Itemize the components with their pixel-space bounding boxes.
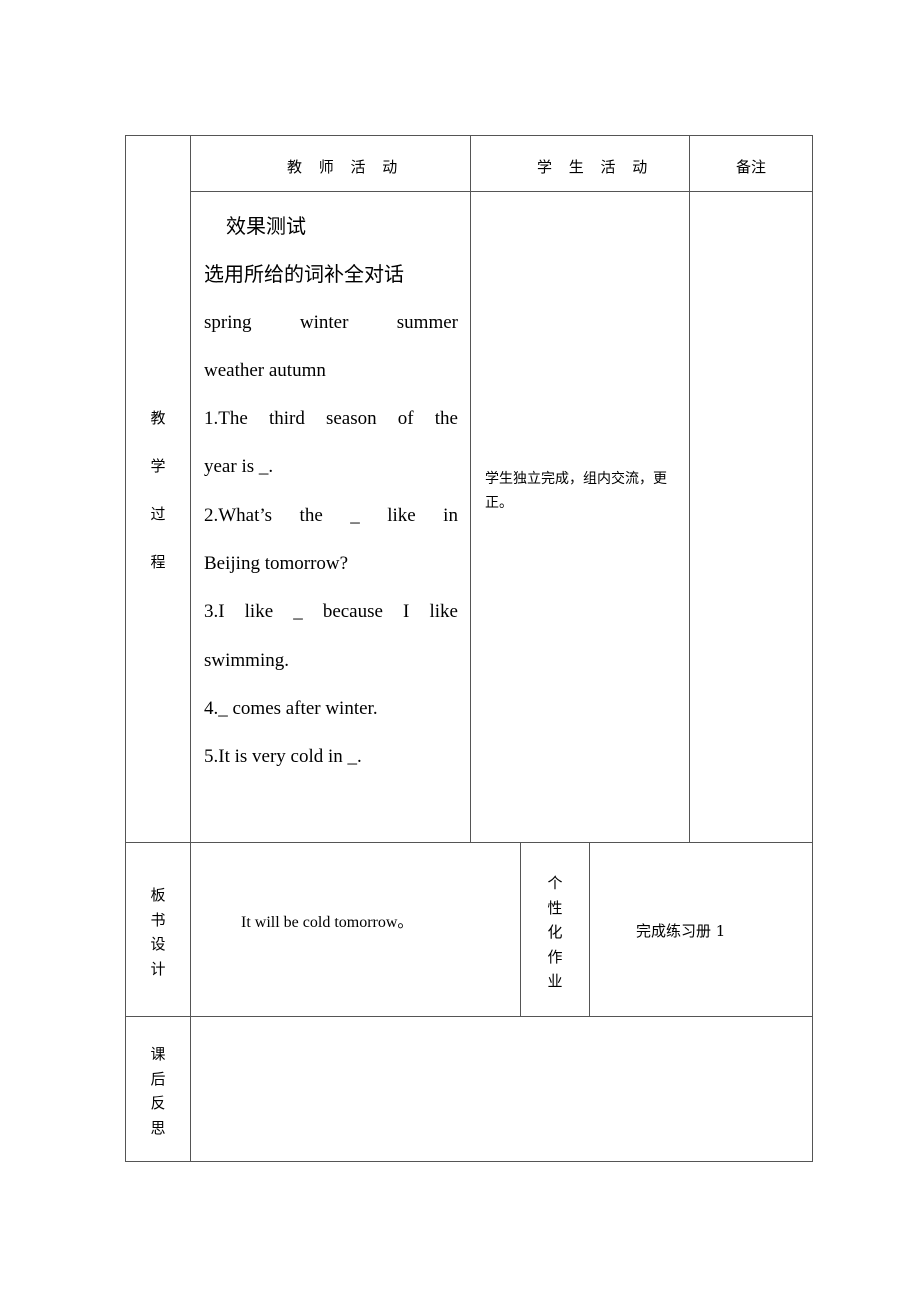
side-label-char: 程 xyxy=(150,553,166,571)
question-word: in xyxy=(443,504,458,526)
label-char: 个 xyxy=(547,874,563,892)
side-label-char: 过 xyxy=(150,505,166,523)
side-label-char: 教 xyxy=(150,409,166,427)
question-word: 2.What’s xyxy=(204,504,273,526)
question-word: season xyxy=(325,408,377,430)
question-word: the xyxy=(299,504,323,526)
question-word: third xyxy=(268,408,305,430)
divider xyxy=(190,191,813,192)
question-word: of xyxy=(397,408,414,430)
question-4: 4._ comes after winter. xyxy=(204,697,378,719)
label-char: 作 xyxy=(547,947,563,966)
question-word: 1.The xyxy=(204,408,248,430)
question-3: 3.I like _ because I like xyxy=(204,588,458,636)
lesson-plan-page: 教 师 活 动 学 生 活 动 备注 教 学 过 程 效果测试 选用所给的词补全… xyxy=(0,0,920,1302)
header-remarks: 备注 xyxy=(736,158,767,176)
side-label-char: 后 xyxy=(150,1069,166,1088)
word-bank-word: winter xyxy=(299,311,349,333)
side-label-board-design: 板 书 设 计 xyxy=(126,883,190,981)
student-activity-note: 学生独立完成，组内交流，更正。 xyxy=(485,471,667,511)
question-word: 3.I xyxy=(204,601,225,623)
question-word: _ xyxy=(350,504,360,526)
side-label-char: 书 xyxy=(150,910,166,929)
question-word: because xyxy=(322,601,383,623)
question-word: I xyxy=(403,601,410,623)
side-label-teaching-process: 教 学 过 程 xyxy=(126,407,190,599)
side-label-char: 计 xyxy=(150,959,166,978)
side-label-char: 板 xyxy=(150,886,166,904)
divider xyxy=(190,135,191,1162)
header-teacher-activity: 教 师 活 动 xyxy=(287,158,404,176)
label-char: 业 xyxy=(547,972,563,990)
word-bank-line: spring winter summer xyxy=(204,299,458,347)
side-label-char: 设 xyxy=(150,935,166,953)
question-1-cont: year is _. xyxy=(204,456,274,478)
question-2: 2.What’s the _ like in xyxy=(204,492,458,540)
instruction-text: 选用所给的词补全对话 xyxy=(204,262,404,287)
board-design-content: It will be cold tomorrow。 xyxy=(241,914,414,931)
label-char: 性 xyxy=(547,898,563,917)
divider xyxy=(589,842,590,1017)
question-3-cont: swimming. xyxy=(204,649,289,671)
side-label-char: 课 xyxy=(150,1045,166,1063)
divider xyxy=(689,135,690,843)
question-1: 1.The third season of the xyxy=(204,395,458,443)
side-label-char: 反 xyxy=(150,1094,166,1112)
header-student-activity: 学 生 活 动 xyxy=(537,158,654,176)
question-5: 5.It is very cold in _. xyxy=(204,746,362,768)
personal-homework-content: 完成练习册 1 xyxy=(636,922,726,940)
question-word: _ xyxy=(293,601,303,623)
personal-homework-label: 个 性 化 作 业 xyxy=(521,871,589,994)
word-bank-word: spring xyxy=(204,311,252,333)
divider xyxy=(125,842,813,843)
side-label-char: 思 xyxy=(150,1118,166,1137)
section-title: 效果测试 xyxy=(226,214,306,238)
question-word: like xyxy=(429,601,458,623)
question-word: like xyxy=(244,601,274,623)
divider xyxy=(125,1016,813,1017)
label-char: 化 xyxy=(547,923,563,941)
teacher-activity-content: 效果测试 选用所给的词补全对话 spring winter summer wea… xyxy=(204,202,458,782)
question-word: the xyxy=(434,408,458,430)
word-bank-word: summer xyxy=(396,311,458,333)
question-2-cont: Beijing tomorrow? xyxy=(204,553,349,575)
question-word: like xyxy=(387,504,416,526)
divider xyxy=(470,135,471,843)
side-label-reflection: 课 后 反 思 xyxy=(126,1042,190,1140)
word-bank-line: weather autumn xyxy=(204,359,326,381)
side-label-char: 学 xyxy=(150,457,166,475)
